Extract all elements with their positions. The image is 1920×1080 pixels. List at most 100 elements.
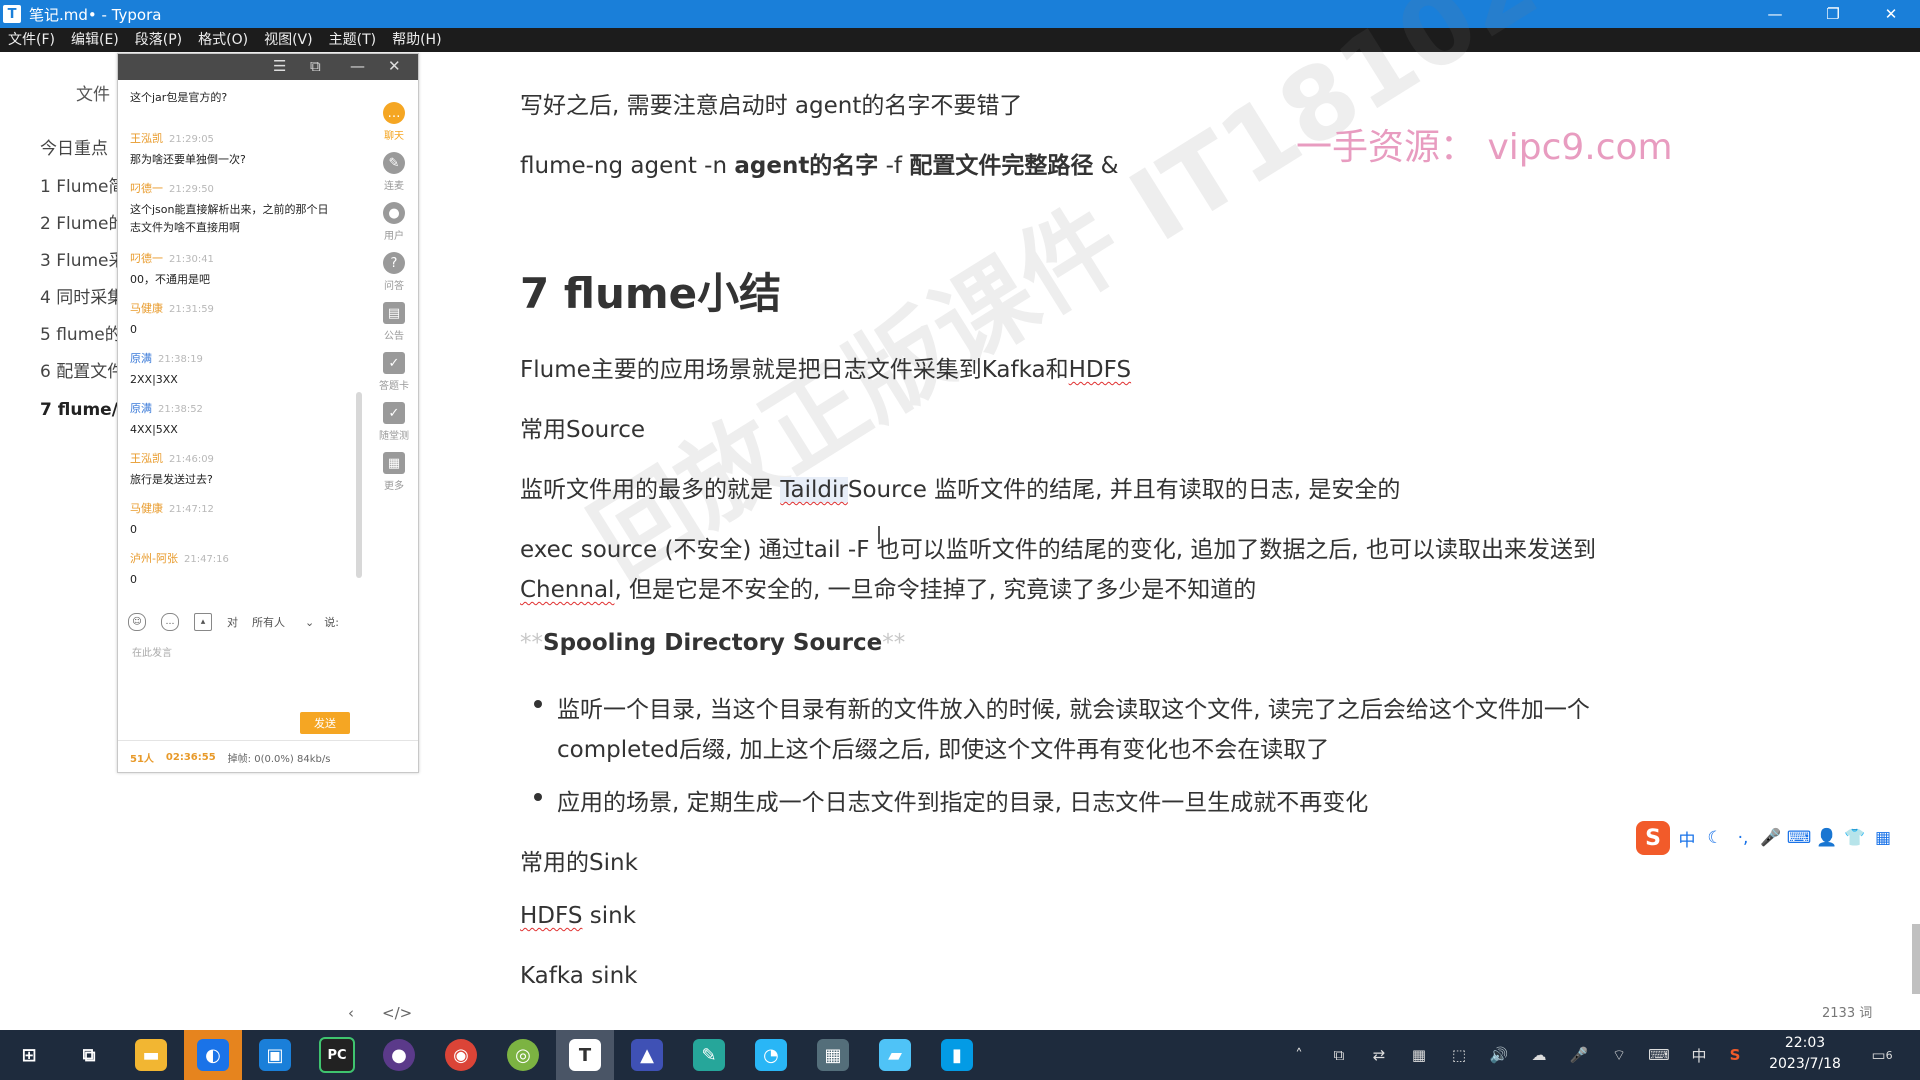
taskbar-app-eclipse[interactable]: ● (370, 1030, 428, 1080)
paragraph-line: Chennal, 但是它是不安全的, 一旦命令挂掉了, 究竟读了多少是不知道的 (520, 570, 1256, 604)
taskbar-app-paint[interactable]: ✎ (680, 1030, 738, 1080)
input-language-indicator[interactable]: 中 (1686, 1043, 1712, 1067)
close-button[interactable]: ✕ (1862, 0, 1920, 28)
ime-grid-icon[interactable]: ▦ (1872, 827, 1894, 849)
list-item-line: completed后缀, 加上这个后缀之后, 即使这个文件再有变化也不会在读取了 (557, 737, 1330, 763)
minimize-button[interactable]: — (1746, 0, 1804, 28)
chat-input[interactable]: 在此发言 (132, 644, 172, 659)
send-button[interactable]: 发送 (300, 712, 350, 734)
taskbar-app-remote[interactable]: ▣ (246, 1030, 304, 1080)
message-time: 21:47:12 (169, 504, 214, 515)
side-tab-notice[interactable]: ▤ 公告 (370, 302, 418, 342)
taskbar-app-mail[interactable]: ◔ (742, 1030, 800, 1080)
side-tab-mic[interactable]: ✎ 连麦 (370, 152, 418, 192)
close-icon[interactable]: ✕ (388, 57, 401, 75)
ime-skin-icon[interactable]: 👕 (1844, 827, 1866, 849)
source-mode-icon[interactable]: </> (382, 1004, 412, 1022)
microphone-icon[interactable]: 🎤 (1566, 1043, 1592, 1067)
cloud-icon[interactable]: ☁ (1526, 1043, 1552, 1067)
menu-theme[interactable]: 主题(T) (321, 28, 384, 52)
outline-item[interactable]: 今日重点 (40, 134, 108, 159)
menu-icon[interactable]: ☰ (273, 57, 286, 75)
chevron-down-icon[interactable]: ⌄ (305, 616, 314, 629)
ime-keyboard-icon[interactable]: ⌨ (1787, 827, 1812, 849)
outline-item[interactable]: 1 Flume简 (40, 172, 118, 197)
tray-display-icon[interactable]: ⧉ (1326, 1043, 1352, 1067)
calculator-icon: ▦ (817, 1039, 849, 1071)
emoji-icon[interactable]: ☺ (128, 613, 146, 631)
taskbar-app-green[interactable]: ◎ (494, 1030, 552, 1080)
ime-mic-icon[interactable]: 🎤 (1760, 827, 1782, 849)
side-tab-chat[interactable]: … 聊天 (370, 102, 418, 142)
taskbar-app-photos[interactable]: ▲ (618, 1030, 676, 1080)
tray-bars-icon[interactable]: ▦ (1406, 1043, 1432, 1067)
menu-file[interactable]: 文件(F) (0, 28, 63, 52)
taskbar-app-docs[interactable]: ▮ (928, 1030, 986, 1080)
paragraph: 写好之后, 需要注意启动时 agent的名字不要错了 (520, 93, 1023, 119)
outline-sidebar: 文件 今日重点 1 Flume简 2 Flume的 3 Flume采 4 同时采… (0, 52, 118, 1030)
side-tab-quiz[interactable]: ✓ 随堂测 (370, 402, 418, 442)
notification-center[interactable]: ▭ 6 (1862, 1043, 1902, 1067)
side-tab-answer-card[interactable]: ✓ 答题卡 (370, 352, 418, 392)
menu-paragraph[interactable]: 段落(P) (127, 28, 190, 52)
collapse-sidebar-icon[interactable]: ‹ (348, 1004, 354, 1022)
taskbar-app-file-explorer[interactable]: ▬ (122, 1030, 180, 1080)
task-view-button[interactable]: ⧉ (60, 1030, 118, 1080)
outline-item-active[interactable]: 7 flume/小 (40, 395, 118, 420)
outline-item[interactable]: 6 配置文件 (40, 357, 118, 382)
restore-icon[interactable]: ⧉ (310, 57, 321, 75)
menu-bar: 文件(F) 编辑(E) 段落(P) 格式(O) 视图(V) 主题(T) 帮助(H… (0, 28, 1920, 52)
tray-app-icon[interactable]: ⬚ (1446, 1043, 1472, 1067)
editor-scrollbar[interactable] (1912, 924, 1920, 994)
menu-edit[interactable]: 编辑(E) (63, 28, 127, 52)
sogou-tray-icon[interactable]: S (1722, 1043, 1748, 1067)
taskbar-app-typora[interactable]: T (556, 1030, 614, 1080)
tray-transfer-icon[interactable]: ⇄ (1366, 1043, 1392, 1067)
tray-overflow-icon[interactable]: ˄ (1286, 1043, 1312, 1067)
menu-format[interactable]: 格式(O) (190, 28, 256, 52)
taskbar-app-pycharm[interactable]: PC (308, 1030, 366, 1080)
keyboard-icon[interactable]: ⌨ (1646, 1043, 1672, 1067)
outline-header[interactable]: 文件 (76, 80, 110, 105)
taskbar-app-live-class[interactable]: ◐ (184, 1030, 242, 1080)
side-tab-label: 答题卡 (379, 381, 409, 392)
message-time: 21:29:50 (169, 184, 214, 195)
outline-item[interactable]: 2 Flume的 (40, 209, 118, 234)
volume-icon[interactable]: 🔊 (1486, 1043, 1512, 1067)
recipient-select[interactable]: 所有人 (252, 614, 285, 630)
outline-item[interactable]: 4 同时采集 (40, 283, 118, 308)
system-clock[interactable]: 22:03 2023/7/18 (1760, 1033, 1850, 1075)
wifi-icon[interactable]: ⌔ (1606, 1043, 1632, 1067)
side-tab-users[interactable]: ● 用户 (370, 202, 418, 242)
selected-word: Taildir (780, 477, 848, 503)
chat-messages[interactable]: 这个jar包是官方的? 王泓凯 21:29:05 那为啥还要单独倒一次? 叼德一 2… (130, 80, 360, 640)
message-text: 那为啥还要单独倒一次? (130, 153, 246, 166)
outline-item[interactable]: 3 Flume采 (40, 246, 118, 271)
paragraph: 监听文件用的最多的就是 TaildirSource 监听文件的结尾, 并且有读取… (520, 470, 1400, 504)
ime-lang-icon[interactable]: 中 (1676, 827, 1698, 851)
ime-user-icon[interactable]: 👤 (1816, 827, 1838, 849)
taskbar-app-chrome[interactable]: ◉ (432, 1030, 490, 1080)
ime-punct-icon[interactable]: ·, (1732, 827, 1754, 849)
markdown-mark: ** (882, 630, 906, 656)
image-icon[interactable]: ▴ (194, 613, 212, 631)
side-tab-more[interactable]: ▦ 更多 (370, 452, 418, 492)
menu-help[interactable]: 帮助(H) (384, 28, 449, 52)
maximize-button[interactable]: ❐ (1804, 0, 1862, 28)
chat-message: 王泓凯 21:46:09 旅行是发送过去? (130, 450, 360, 489)
menu-view[interactable]: 视图(V) (256, 28, 321, 52)
chat-scrollbar[interactable] (356, 392, 362, 578)
taskbar-app-calculator[interactable]: ▦ (804, 1030, 862, 1080)
side-tab-label: 随堂测 (379, 431, 409, 442)
minimize-icon[interactable]: — (350, 57, 365, 75)
taskbar-app-notes[interactable]: ▰ (866, 1030, 924, 1080)
sogou-logo-icon[interactable]: S (1636, 821, 1670, 855)
speech-bubble-icon[interactable]: … (161, 613, 179, 631)
side-tab-qa[interactable]: ? 问答 (370, 252, 418, 292)
side-tab-label: 公告 (384, 331, 404, 342)
word-count[interactable]: 2133 词 (1822, 1002, 1872, 1021)
ime-moon-icon[interactable]: ☾ (1704, 827, 1726, 849)
outline-item[interactable]: 5 flume的 (40, 320, 118, 345)
start-button[interactable]: ⊞ (0, 1030, 58, 1080)
windows-logo-icon: ⊞ (21, 1044, 37, 1066)
